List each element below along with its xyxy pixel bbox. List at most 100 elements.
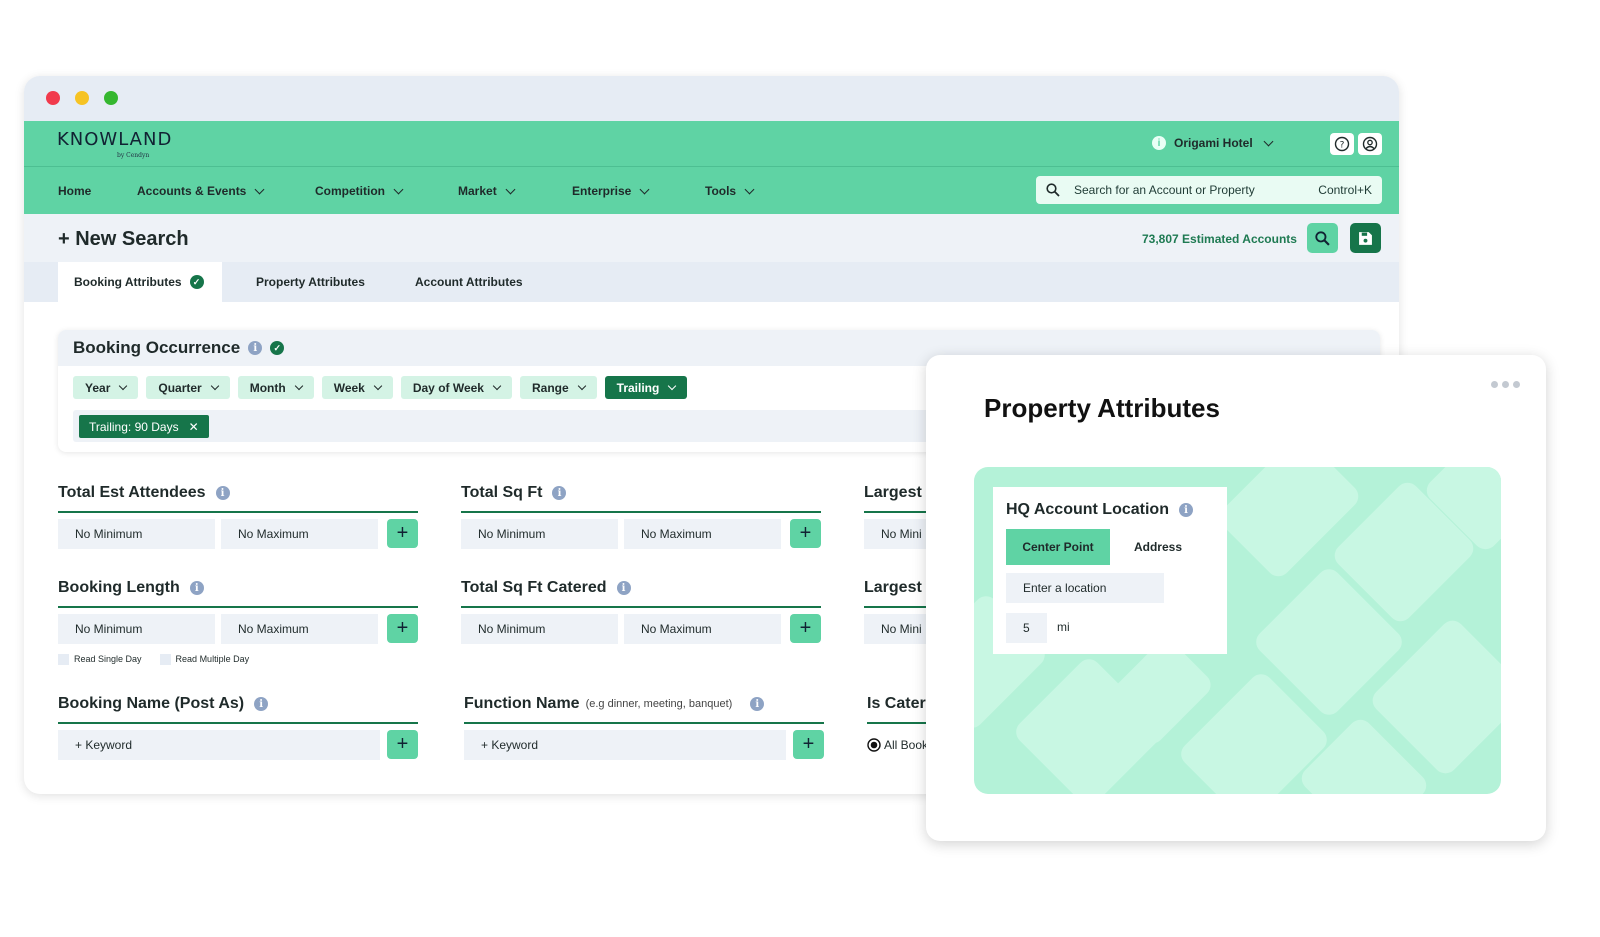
field-label: Total Sq Ft Catered <box>461 579 607 596</box>
global-search-input[interactable]: Search for an Account or Property Contro… <box>1036 176 1382 204</box>
close-window-button[interactable] <box>46 91 60 105</box>
read-single-day-checkbox[interactable]: Read Single Day <box>58 654 142 666</box>
length-max-input[interactable]: No Maximum <box>221 614 378 644</box>
attendees-max-input[interactable]: No Maximum <box>221 519 378 549</box>
minimize-window-button[interactable] <box>75 91 89 105</box>
tab-booking-attributes[interactable]: Booking Attributes ✓ <box>58 262 222 302</box>
nav-market[interactable]: Market <box>458 184 516 198</box>
chip-day-of-week[interactable]: Day of Week <box>400 376 512 399</box>
info-icon: i <box>1152 136 1166 150</box>
chevron-down-icon <box>373 381 383 391</box>
length-min-input[interactable]: No Minimum <box>58 614 215 644</box>
field-label: Largest <box>864 579 922 596</box>
field-total-est-attendees: Total Est Attendees i No Minimum No Maxim… <box>58 481 418 549</box>
toggle-label: Center Point <box>1022 540 1094 554</box>
panel-title: Property Attributes <box>984 393 1220 423</box>
nav-accounts-events[interactable]: Accounts & Events <box>137 184 265 198</box>
field-function-name: Function Name (e.g dinner, meeting, banq… <box>464 692 824 760</box>
hotel-selector[interactable]: i Origami Hotel <box>1152 136 1274 150</box>
chip-label: Year <box>85 380 111 395</box>
info-icon[interactable]: i <box>552 486 567 500</box>
attendees-min-input[interactable]: No Minimum <box>58 519 215 549</box>
chip-label: Quarter <box>158 380 202 395</box>
info-icon[interactable]: i <box>616 581 631 595</box>
search-icon <box>1315 230 1330 246</box>
run-search-button[interactable] <box>1307 223 1338 253</box>
search-icon <box>1046 183 1060 197</box>
maximize-window-button[interactable] <box>104 91 118 105</box>
field-label: Function Name <box>464 695 580 712</box>
add-attendees-button[interactable]: + <box>387 519 418 548</box>
nav-label: Market <box>458 184 497 198</box>
sqft-catered-min-input[interactable]: No Minimum <box>461 614 618 644</box>
chip-range[interactable]: Range <box>519 376 597 399</box>
center-point-toggle[interactable]: Center Point <box>1006 529 1110 565</box>
add-sqft-catered-button[interactable]: + <box>790 614 821 643</box>
save-icon <box>1359 231 1372 245</box>
location-input[interactable]: Enter a location <box>1006 573 1164 603</box>
info-icon[interactable]: i <box>189 581 204 595</box>
sqft-min-input[interactable]: No Minimum <box>461 519 618 549</box>
nav-competition[interactable]: Competition <box>315 184 404 198</box>
info-icon[interactable]: i <box>248 341 263 355</box>
chip-trailing[interactable]: Trailing <box>604 376 688 399</box>
save-search-button[interactable] <box>1350 223 1381 253</box>
add-length-button[interactable]: + <box>387 614 418 643</box>
tab-property-attributes[interactable]: Property Attributes <box>240 262 381 302</box>
field-label: Booking Length <box>58 579 180 596</box>
profile-button[interactable] <box>1358 133 1382 155</box>
info-icon[interactable]: i <box>254 697 269 711</box>
logo[interactable]: KNOWLAND by Cendyn <box>57 129 172 159</box>
field-total-sq-ft: Total Sq Ft i No Minimum No Maximum + <box>461 481 821 549</box>
field-label: Booking Name (Post As) <box>58 695 245 712</box>
sqft-max-input[interactable]: No Maximum <box>624 519 781 549</box>
read-multiple-day-checkbox[interactable]: Read Multiple Day <box>159 654 250 666</box>
chevron-down-icon <box>254 184 265 194</box>
checkbox-label: Read Single Day <box>74 654 142 664</box>
add-sqft-button[interactable]: + <box>790 519 821 548</box>
radius-input[interactable]: 5 <box>1006 613 1047 643</box>
chip-quarter[interactable]: Quarter <box>146 376 230 399</box>
nav-tools[interactable]: Tools <box>705 184 755 198</box>
chip-week[interactable]: Week <box>321 376 393 399</box>
add-function-name-button[interactable]: + <box>793 730 824 759</box>
nav-label: Enterprise <box>572 184 632 198</box>
more-options-icon[interactable] <box>1491 381 1520 388</box>
chip-label: Week <box>333 380 365 395</box>
nav-home[interactable]: Home <box>58 184 91 198</box>
info-icon[interactable]: i <box>750 697 765 711</box>
remove-filter-icon[interactable]: ✕ <box>189 420 199 434</box>
search-placeholder: Search for an Account or Property <box>1074 183 1255 197</box>
tab-label: Property Attributes <box>256 275 365 289</box>
page-header: + New Search 73,807 Estimated Accounts <box>24 214 1399 262</box>
sqft-catered-max-input[interactable]: No Maximum <box>624 614 781 644</box>
chip-year[interactable]: Year <box>73 376 139 399</box>
page-title[interactable]: + New Search <box>58 228 189 251</box>
nav-label: Tools <box>705 184 737 198</box>
chevron-down-icon <box>577 381 586 391</box>
add-booking-name-button[interactable]: + <box>387 730 418 759</box>
field-label: Largest <box>864 484 922 501</box>
main-nav: Home Accounts & Events Competition Marke… <box>24 167 1399 214</box>
top-bar: KNOWLAND by Cendyn i Origami Hotel ? <box>24 121 1399 167</box>
toggle-label: Address <box>1133 540 1183 554</box>
info-icon[interactable]: i <box>215 486 230 500</box>
filter-tag[interactable]: Trailing: 90 Days ✕ <box>79 415 209 438</box>
field-hint: (e.g dinner, meeting, banquet) <box>585 698 733 710</box>
attribute-tabs: Booking Attributes ✓ Property Attributes… <box>24 262 1399 302</box>
map[interactable]: HQ Account Location i Center Point Addre… <box>974 467 1501 794</box>
checkbox-label: Read Multiple Day <box>175 654 250 664</box>
chip-label: Month <box>249 380 286 395</box>
radio-all-bookings[interactable]: All Book <box>867 738 928 752</box>
booking-name-keyword-input[interactable]: + Keyword <box>58 730 380 760</box>
chip-month[interactable]: Month <box>237 376 314 399</box>
function-name-keyword-input[interactable]: + Keyword <box>464 730 786 760</box>
nav-label: Home <box>58 184 92 198</box>
address-toggle[interactable]: Address <box>1123 529 1193 565</box>
filter-tag-label: Trailing: 90 Days <box>89 419 179 434</box>
chevron-down-icon <box>492 381 502 391</box>
nav-enterprise[interactable]: Enterprise <box>572 184 650 198</box>
info-icon[interactable]: i <box>1178 503 1193 517</box>
help-button[interactable]: ? <box>1330 133 1354 155</box>
tab-account-attributes[interactable]: Account Attributes <box>399 262 539 302</box>
